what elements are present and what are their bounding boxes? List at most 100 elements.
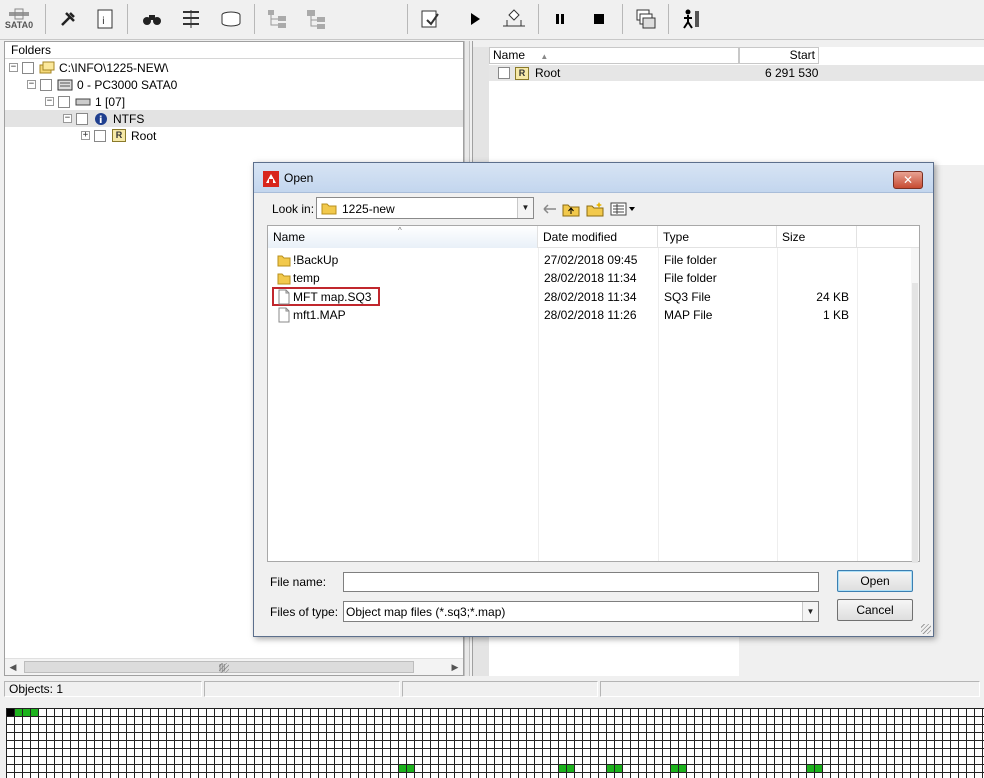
file-size	[783, 251, 849, 269]
column-start-header[interactable]: Start	[739, 47, 819, 64]
node-checkbox[interactable]	[22, 61, 34, 74]
collapse-toggle[interactable]: −	[45, 97, 54, 106]
column-date-header[interactable]: Date modified	[538, 226, 658, 248]
column-name-header[interactable]: Name ▲	[489, 47, 739, 64]
back-button[interactable]	[540, 200, 560, 218]
tree-alt-button[interactable]	[301, 4, 331, 34]
pause-button[interactable]	[545, 4, 575, 34]
expand-toggle[interactable]: +	[81, 131, 90, 140]
open-button[interactable]: Open	[837, 570, 913, 592]
collapse-toggle[interactable]: −	[9, 63, 18, 72]
sector-cell-used	[615, 765, 622, 772]
column-date-label: Date modified	[543, 230, 618, 244]
cancel-button[interactable]: Cancel	[837, 599, 913, 621]
export-button[interactable]	[415, 4, 445, 34]
look-in-label: Look in:	[272, 202, 315, 216]
file-type: SQ3 File	[664, 290, 711, 304]
pause-icon	[556, 14, 564, 24]
file-icon	[278, 289, 290, 305]
column-start-label: Start	[789, 48, 815, 62]
tools-button[interactable]	[53, 4, 83, 34]
look-in-dropdown[interactable]: 1225-new ▼	[316, 197, 534, 219]
tree-node-label: Root	[131, 128, 157, 143]
binoculars-icon	[143, 15, 161, 25]
node-checkbox[interactable]	[40, 78, 52, 91]
open-dialog: Open ✕ Look in: 1225-new ▼ Name ^ Date m…	[253, 162, 934, 637]
sector-cell-used	[607, 765, 614, 772]
up-folder-button[interactable]	[561, 200, 581, 218]
new-folder-button[interactable]	[585, 200, 605, 218]
binoculars-button[interactable]	[137, 4, 167, 34]
file-row-backup[interactable]: !BackUp 27/02/2018 09:45 File folder	[268, 251, 919, 269]
file-name: !BackUp	[293, 253, 339, 267]
column-name-header[interactable]: Name ^	[268, 226, 538, 248]
chevron-down-icon[interactable]: ▼	[802, 602, 818, 621]
files-of-type-dropdown[interactable]: Object map files (*.sq3;*.map) ▼	[343, 601, 819, 622]
collapse-toggle[interactable]: −	[63, 114, 72, 123]
column-type-header[interactable]: Type	[658, 226, 777, 248]
folder-icon	[277, 273, 291, 285]
stop-button[interactable]	[584, 4, 614, 34]
toolbar-separator	[45, 4, 46, 34]
tree-node-label: NTFS	[113, 111, 145, 126]
tree-node-partition[interactable]: − 1 [07]	[5, 93, 463, 110]
tree-alt-icon	[307, 10, 325, 29]
svg-text:i: i	[99, 115, 102, 126]
stop-icon	[594, 14, 604, 24]
sector-cell-used	[815, 765, 822, 772]
scroll-thumb[interactable]	[912, 283, 918, 563]
tree-node-root[interactable]: + R Root	[5, 127, 463, 144]
node-checkbox[interactable]	[76, 112, 88, 125]
chevron-down-icon[interactable]: ▼	[517, 198, 533, 218]
play-button[interactable]	[460, 4, 490, 34]
folders-horizontal-scrollbar[interactable]: ◀ ||| ▶	[5, 658, 463, 675]
sector-map[interactable]	[6, 708, 984, 778]
info-icon: i	[93, 112, 109, 126]
files-of-type-label: Files of type:	[270, 605, 339, 619]
tree-button[interactable]	[262, 4, 292, 34]
view-menu-button[interactable]	[610, 200, 636, 218]
dialog-title-bar[interactable]: Open ✕	[254, 163, 933, 193]
status-panel-2	[204, 681, 400, 697]
sort-button[interactable]	[176, 4, 206, 34]
sata-port-button[interactable]: SATA0	[4, 4, 34, 34]
play-icon	[471, 13, 480, 25]
scroll-thumb[interactable]: |||	[24, 661, 414, 673]
file-name-input[interactable]	[343, 572, 819, 592]
disk-button[interactable]	[216, 4, 246, 34]
branch-button[interactable]	[499, 4, 529, 34]
file-list-scrollbar[interactable]	[911, 248, 919, 563]
look-in-value: 1225-new	[342, 202, 395, 216]
list-item-start: 6 291 530	[765, 66, 819, 80]
row-checkbox[interactable]	[498, 67, 510, 79]
up-folder-icon	[562, 204, 580, 217]
column-name-label: Name	[273, 230, 306, 244]
tree-node-pc3000[interactable]: − 0 - PC3000 SATA0	[5, 76, 463, 93]
windows-button[interactable]	[631, 4, 661, 34]
sector-cell-used	[23, 709, 30, 716]
column-type-label: Type	[663, 230, 690, 244]
run-button[interactable]	[676, 4, 706, 34]
collapse-toggle[interactable]: −	[27, 80, 36, 89]
file-row-mft-map[interactable]: MFT map.SQ3 28/02/2018 11:34 SQ3 File 24…	[268, 287, 919, 306]
tree-node-info-folder[interactable]: − C:\INFO\1225-NEW\	[5, 59, 463, 76]
node-checkbox[interactable]	[58, 95, 70, 108]
close-button[interactable]: ✕	[893, 171, 923, 189]
file-row-mft1-map[interactable]: mft1.MAP 28/02/2018 11:26 MAP File 1 KB	[268, 306, 919, 324]
node-checkbox[interactable]	[94, 129, 106, 142]
file-type: File folder	[664, 271, 717, 285]
tree-node-ntfs[interactable]: − i NTFS	[5, 110, 463, 127]
scroll-right-icon[interactable]: ▶	[447, 659, 463, 675]
file-name: mft1.MAP	[293, 308, 346, 322]
file-row-temp[interactable]: temp 28/02/2018 11:34 File folder	[268, 269, 919, 287]
toolbar-separator	[254, 4, 255, 34]
file-size: 1 KB	[822, 308, 849, 322]
resize-grip-icon[interactable]	[921, 624, 931, 634]
report-icon: i	[97, 9, 113, 29]
tree-node-label: 0 - PC3000 SATA0	[77, 77, 178, 92]
list-item[interactable]: R Root 6 291 530	[489, 65, 984, 81]
file-date: 28/02/2018 11:34	[544, 290, 637, 304]
column-size-header[interactable]: Size	[777, 226, 857, 248]
scroll-left-icon[interactable]: ◀	[5, 659, 21, 675]
report-button[interactable]: i	[90, 4, 120, 34]
